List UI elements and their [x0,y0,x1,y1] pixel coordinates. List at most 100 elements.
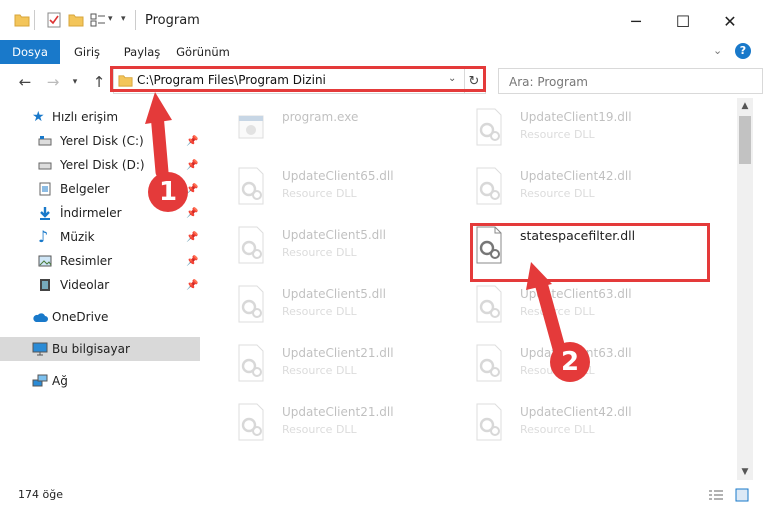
large-icons-view-icon[interactable] [735,488,749,502]
file-item[interactable]: UpdateClient42.dll Resource DLL [456,163,696,213]
annotation-highlight-file [470,223,710,282]
folder-icon[interactable] [14,12,30,28]
computer-icon [32,342,48,356]
search-input[interactable] [507,71,751,93]
file-type: Resource DLL [282,246,357,259]
nav-music[interactable]: ♪ Müzik 📌 [0,225,200,249]
dll-icon [476,108,502,146]
nav-this-pc[interactable]: Bu bilgisayar [0,337,200,361]
network-icon [32,374,48,387]
search-box[interactable] [498,68,763,94]
file-type: Resource DLL [520,305,595,318]
star-icon: ★ [32,109,45,125]
maximize-button[interactable]: ☐ [663,8,703,34]
dll-icon [476,344,502,382]
divider [34,10,35,30]
file-name: UpdateClient42.dll [520,405,632,419]
file-item[interactable]: UpdateClient21.dll Resource DLL [218,399,458,449]
nav-label: Yerel Disk (C:) [60,134,144,148]
file-type: Resource DLL [282,305,357,318]
ribbon-tabs: Dosya Giriş Paylaş Görünüm ⌄ ? [0,40,769,65]
up-button[interactable]: ↑ [88,71,110,93]
drive-icon [38,136,52,146]
pin-icon[interactable]: 📌 [186,232,198,243]
tab-view[interactable]: Görünüm [170,40,236,64]
file-name: UpdateClient21.dll [282,346,394,360]
dll-icon [238,167,264,205]
item-count: 174 öğe [18,488,63,501]
step-badge-2: 2 [550,342,590,382]
nav-videos[interactable]: Videolar 📌 [0,273,200,297]
nav-label: Belgeler [60,182,110,196]
vertical-scrollbar[interactable]: ▲ ▼ [737,98,753,480]
nav-drive-c[interactable]: Yerel Disk (C:) 📌 [0,129,200,153]
dll-icon [238,285,264,323]
pin-icon[interactable]: 📌 [186,136,198,147]
tab-file[interactable]: Dosya [0,40,60,64]
pin-icon[interactable]: 📌 [186,160,198,171]
dll-icon [476,285,502,323]
back-button[interactable]: ← [14,71,36,93]
file-name: UpdateClient65.dll [282,169,394,183]
file-list[interactable]: program.exe UpdateClient65.dll Resource … [208,98,736,480]
close-button[interactable]: ✕ [710,8,750,34]
customize-toolbar-icon[interactable]: ▾ [121,14,126,24]
file-item[interactable]: UpdateClient21.dll Resource DLL [218,340,458,390]
file-name: UpdateClient5.dll [282,228,386,242]
file-item[interactable]: program.exe [218,104,458,154]
nav-label: Hızlı erişim [52,110,119,124]
help-icon[interactable]: ? [735,43,751,59]
minimize-button[interactable]: ─ [616,8,656,34]
dll-icon [238,344,264,382]
properties-icon[interactable] [46,12,62,28]
nav-network[interactable]: Ağ [0,369,200,393]
tab-home[interactable]: Giriş [60,40,114,64]
dll-icon [476,167,502,205]
new-folder-icon[interactable] [68,12,84,28]
forward-button[interactable]: → [42,71,64,93]
nav-label: Bu bilgisayar [52,342,130,356]
details-view-icon[interactable] [708,489,724,501]
video-icon [40,279,50,291]
pictures-icon [38,255,52,267]
nav-label: Yerel Disk (D:) [60,158,145,172]
scroll-down-icon[interactable]: ▼ [737,464,753,480]
file-name: UpdateClient63.dll [520,287,632,301]
tab-share[interactable]: Paylaş [114,40,170,64]
file-type: Resource DLL [282,423,357,436]
nav-label: Resimler [60,254,113,268]
scroll-thumb[interactable] [739,116,751,164]
title-bar: ▾ ▾ Program ─ ☐ ✕ [0,0,769,42]
pin-icon[interactable]: 📌 [186,208,198,219]
recent-locations-button[interactable]: ▾ [64,71,86,93]
drive-icon [38,162,52,170]
file-name: UpdateClient5.dll [282,287,386,301]
nav-onedrive[interactable]: OneDrive [0,305,200,329]
file-item[interactable]: UpdateClient5.dll Resource DLL [218,222,458,272]
pin-icon[interactable]: 📌 [186,256,198,267]
nav-label: Müzik [60,230,95,244]
file-name: UpdateClient19.dll [520,110,632,124]
step-badge-1: 1 [148,172,188,212]
file-name: UpdateClient42.dll [520,169,632,183]
pin-icon[interactable]: 📌 [186,280,198,291]
window-title: Program [145,13,200,28]
file-type: Resource DLL [520,187,595,200]
chevron-down-icon[interactable]: ▾ [108,14,113,24]
exe-icon [238,115,264,139]
file-item[interactable]: UpdateClient42.dll Resource DLL [456,399,696,449]
scroll-up-icon[interactable]: ▲ [737,98,753,114]
file-item[interactable]: UpdateClient19.dll Resource DLL [456,104,696,154]
expand-ribbon-icon[interactable]: ⌄ [713,44,722,57]
view-options-icon[interactable] [90,12,106,28]
file-item[interactable]: UpdateClient65.dll Resource DLL [218,163,458,213]
nav-pictures[interactable]: Resimler 📌 [0,249,200,273]
file-item[interactable]: UpdateClient5.dll Resource DLL [218,281,458,331]
file-item[interactable]: UpdateClient63.dll Resource DLL [456,281,696,331]
file-type: Resource DLL [520,423,595,436]
nav-quick-access[interactable]: ★ Hızlı erişim [0,105,200,129]
file-type: Resource DLL [282,364,357,377]
divider [135,10,136,30]
dll-icon [476,403,502,441]
file-type: Resource DLL [520,128,595,141]
